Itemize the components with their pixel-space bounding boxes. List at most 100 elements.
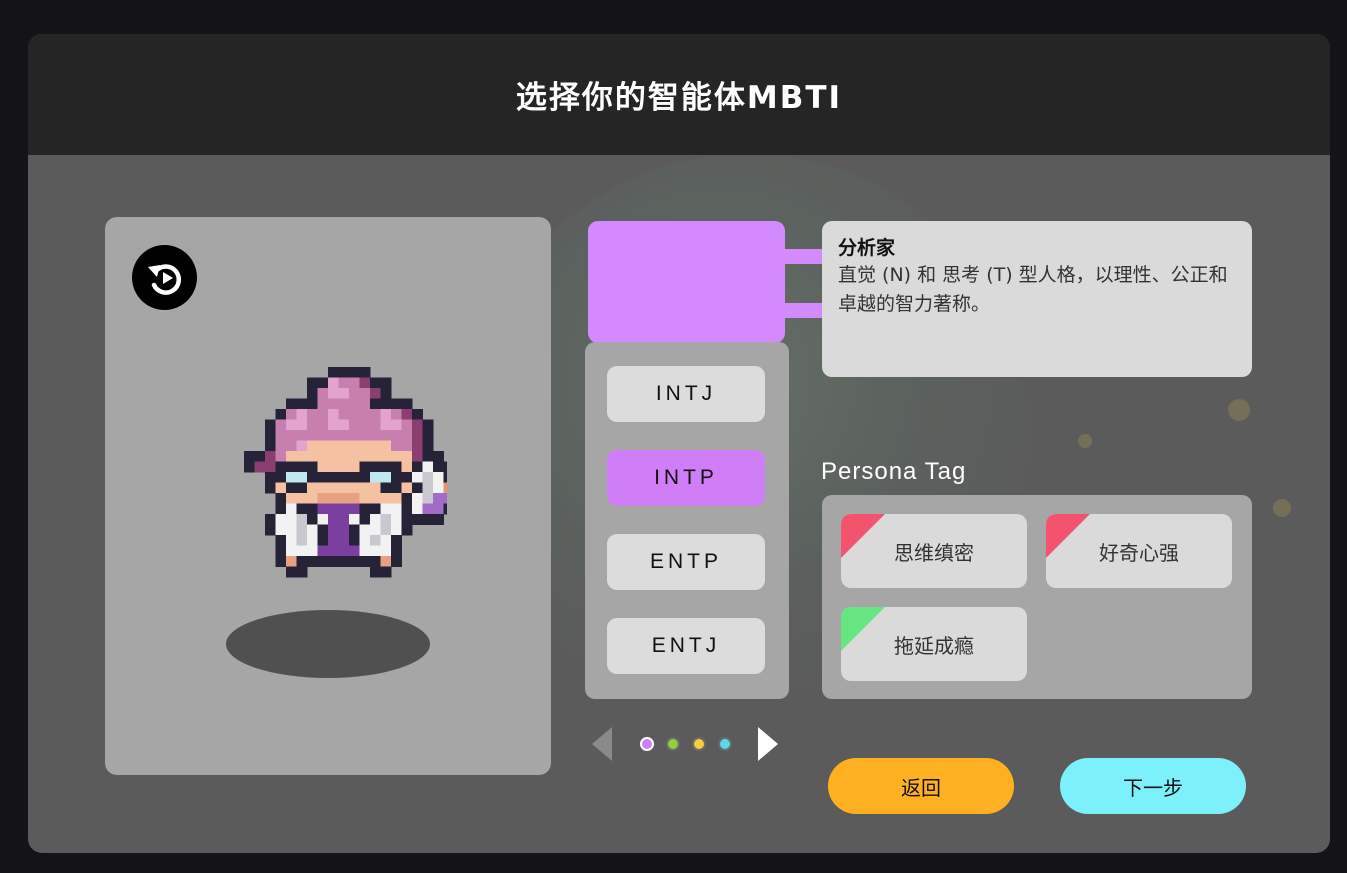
sprite-pixel [328, 514, 339, 525]
sprite-pixel [391, 430, 402, 441]
sprite-pixel [349, 409, 360, 420]
sprite-pixel [317, 440, 329, 452]
persona-tag[interactable]: 拖延成瘾 [841, 607, 1027, 681]
sprite-pixel [338, 367, 350, 378]
sprite-pixel [286, 430, 297, 441]
sprite-pixel [401, 461, 413, 473]
sprite-pixel [338, 472, 350, 483]
sprite-pixel [359, 409, 371, 420]
sprite-pixel [401, 503, 413, 515]
tag-corner-marker [841, 607, 885, 651]
sprite-pixel [391, 451, 402, 462]
sprite-pixel [317, 545, 329, 557]
sprite-pixel [286, 472, 297, 483]
sprite-pixel [286, 514, 297, 525]
sprite-pixel [338, 398, 350, 410]
sprite-pixel [380, 472, 392, 483]
sprite-pixel [349, 482, 360, 494]
sprite-pixel [265, 482, 276, 494]
sprite-pixel [275, 503, 287, 515]
sprite-pixel [370, 440, 381, 452]
sprite-pixel [338, 377, 350, 389]
sprite-pixel [391, 493, 402, 504]
sprite-pixel [296, 409, 308, 420]
sprite-pixel [349, 472, 360, 483]
sprite-pixel [391, 535, 402, 546]
pager-dot[interactable] [692, 737, 706, 751]
sprite-pixel [349, 535, 360, 546]
sprite-pixel [328, 451, 339, 462]
sprite-pixel [359, 535, 371, 546]
sprite-pixel [359, 419, 371, 431]
sprite-pixel [317, 398, 329, 410]
sprite-pixel [307, 514, 318, 525]
sprite-pixel [370, 430, 381, 441]
persona-tag-label: 思维缜密 [894, 540, 974, 565]
sprite-pixel [296, 482, 308, 494]
sprite-pixel [433, 451, 444, 462]
pager-dot[interactable] [666, 737, 680, 751]
mbti-option-intj[interactable]: INTJ [607, 366, 765, 422]
sprite-pixel [317, 461, 329, 473]
back-button[interactable]: 返回 [828, 758, 1014, 814]
sprite-pixel [433, 493, 444, 504]
sprite-pixel [349, 545, 360, 557]
sprite-pixel [349, 388, 360, 399]
sprite-pixel [391, 514, 402, 525]
sprite-pixel [338, 440, 350, 452]
background-sparkle [1228, 399, 1250, 421]
pager-dot[interactable] [718, 737, 732, 751]
sprite-pixel [286, 556, 297, 567]
sprite-pixel [286, 461, 297, 473]
sprite-pixel [307, 388, 318, 399]
sprite-pixel [338, 430, 350, 441]
sprite-pixel [328, 493, 339, 504]
sprite-pixel [359, 514, 371, 525]
pixel-character-sprite [244, 367, 447, 578]
chevron-right-icon[interactable] [756, 725, 782, 763]
sprite-pixel [265, 524, 276, 536]
sprite-pixel [296, 472, 308, 483]
sprite-pixel [307, 493, 318, 504]
mbti-type-list: INTJ INTP ENTP ENTJ [585, 342, 789, 699]
persona-tag[interactable]: 思维缜密 [841, 514, 1027, 588]
mbti-option-entj[interactable]: ENTJ [607, 618, 765, 674]
sprite-pixel [296, 535, 308, 546]
sprite-pixel [370, 472, 381, 483]
sprite-pixel [328, 535, 339, 546]
reset-button[interactable] [132, 245, 197, 310]
sprite-pixel [296, 419, 308, 431]
sprite-pixel [422, 419, 434, 431]
sprite-pixel [286, 503, 297, 515]
tag-corner-marker [841, 514, 885, 558]
mbti-option-entp[interactable]: ENTP [607, 534, 765, 590]
mbti-select-dialog: 选择你的智能体MBTI INTJ INTP ENTP ENTJ 分析家 直觉 (… [28, 34, 1330, 853]
sprite-pixel [286, 535, 297, 546]
sprite-pixel [307, 545, 318, 557]
sprite-pixel [317, 493, 329, 504]
sprite-pixel [265, 472, 276, 483]
sprite-pixel [412, 514, 423, 525]
chevron-left-icon[interactable] [588, 725, 614, 763]
sprite-pixel [412, 409, 423, 420]
mbti-option-intp[interactable]: INTP [607, 450, 765, 506]
sprite-pixel [380, 430, 392, 441]
persona-tag[interactable]: 好奇心强 [1046, 514, 1232, 588]
sprite-pixel [433, 472, 444, 483]
sprite-pixel [338, 493, 350, 504]
sprite-pixel [275, 451, 287, 462]
sprite-pixel [328, 388, 339, 399]
sprite-pixel [391, 440, 402, 452]
pager-dot[interactable] [640, 737, 654, 751]
sprite-pixel [380, 556, 392, 567]
next-button[interactable]: 下一步 [1060, 758, 1246, 814]
sprite-pixel [254, 451, 266, 462]
sprite-pixel [391, 419, 402, 431]
sprite-pixel [328, 409, 339, 420]
sprite-pixel [296, 440, 308, 452]
sprite-pixel [412, 430, 423, 441]
sprite-pixel [391, 472, 402, 483]
sprite-pixel [275, 535, 287, 546]
sprite-pixel [244, 451, 255, 462]
sprite-pixel [317, 377, 329, 389]
